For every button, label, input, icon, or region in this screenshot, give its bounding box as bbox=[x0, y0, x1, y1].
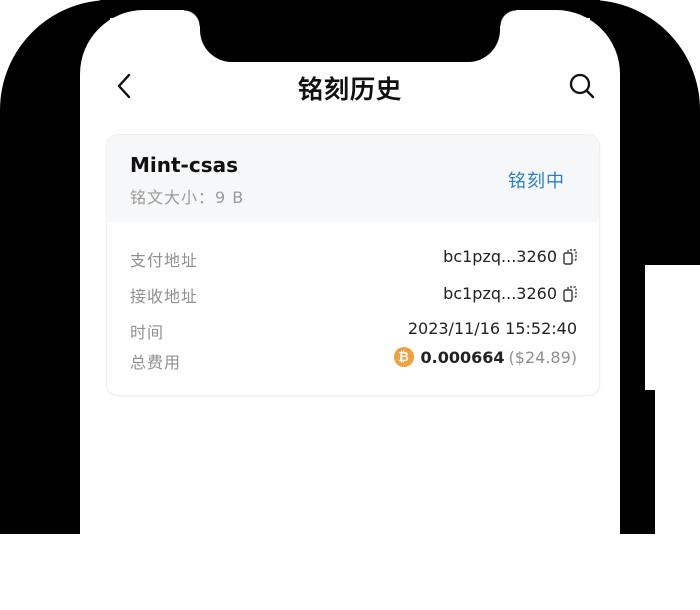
pay-address-row: bc1pzq...3260 bbox=[443, 247, 577, 266]
fee-usd-amount: ($24.89) bbox=[508, 347, 577, 367]
search-button[interactable] bbox=[568, 72, 596, 100]
status-badge: 铭刻中 bbox=[508, 171, 565, 192]
card-header: Mint-csas 铭文大小：9 B 铭刻中 bbox=[107, 135, 599, 222]
copy-icon[interactable] bbox=[563, 285, 577, 302]
fee-row: ₿ 0.000664 ($24.89) bbox=[393, 347, 577, 367]
phone-notch bbox=[184, 10, 516, 62]
receive-address-value: bc1pzq...3260 bbox=[443, 284, 557, 303]
time-label: 时间 bbox=[130, 323, 165, 342]
copy-icon[interactable] bbox=[563, 248, 577, 265]
background-cutout bbox=[645, 265, 700, 390]
inscription-name: Mint-csas bbox=[130, 153, 239, 177]
pay-address-label: 支付地址 bbox=[130, 251, 199, 270]
chevron-left-icon bbox=[117, 73, 131, 99]
back-button[interactable] bbox=[113, 72, 135, 100]
fee-btc-amount: 0.000664 bbox=[420, 347, 505, 367]
time-value: 2023/11/16 15:52:40 bbox=[407, 319, 577, 338]
receive-address-row: bc1pzq...3260 bbox=[443, 284, 577, 303]
inscription-card[interactable]: Mint-csas 铭文大小：9 B 铭刻中 支付地址 bc1pzq...326… bbox=[106, 134, 600, 396]
receive-address-label: 接收地址 bbox=[130, 287, 199, 306]
search-icon bbox=[569, 73, 595, 99]
fee-label: 总费用 bbox=[130, 353, 182, 372]
inscription-size: 铭文大小：9 B bbox=[130, 188, 245, 207]
bitcoin-icon: ₿ bbox=[393, 347, 414, 367]
pay-address-value: bc1pzq...3260 bbox=[443, 247, 557, 266]
background-cutout bbox=[655, 390, 700, 534]
page-title: 铭刻历史 bbox=[297, 75, 402, 104]
